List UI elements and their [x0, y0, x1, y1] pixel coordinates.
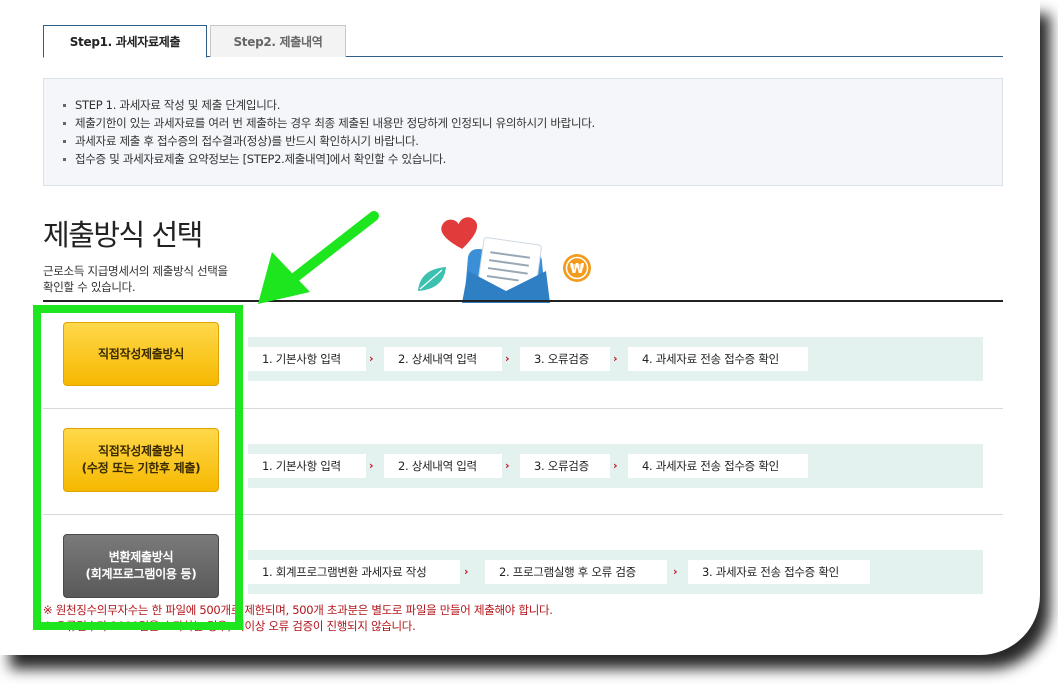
section-description-line: 근로소득 지급명세서의 제출방식 선택을 — [43, 264, 228, 278]
section-title: 제출방식 선택 — [43, 218, 203, 252]
flow-arrow: › — [613, 352, 618, 365]
flow-arrow: › — [464, 565, 469, 578]
flow-step: 4. 과세자료 전송 접수증 확인 — [628, 347, 808, 371]
heart-icon — [441, 217, 478, 249]
flow-step: 1. 회계프로그램변환 과세자료 작성 — [248, 560, 460, 584]
flow-step: 2. 상세내역 입력 — [384, 454, 502, 478]
flow-step: 3. 오류검증 — [520, 454, 610, 478]
flow-arrow: › — [369, 459, 374, 472]
notice-item: 과세자료 제출 후 접수증의 접수결과(정상)를 반드시 확인하시기 바랍니다. — [63, 132, 1002, 150]
flow-step: 3. 과세자료 전송 접수증 확인 — [688, 560, 870, 584]
illustration: ₩ — [418, 217, 591, 303]
flow-arrow: › — [369, 352, 374, 365]
process-flow: 1. 기본사항 입력 › 2. 상세내역 입력 › 3. 오류검증 › 4. 과… — [248, 337, 983, 381]
highlight-box — [33, 305, 243, 630]
tab-step1[interactable]: Step1. 과세자료제출 — [43, 25, 207, 58]
leaf-icon — [418, 267, 446, 291]
flow-arrow: › — [505, 352, 510, 365]
svg-text:₩: ₩ — [570, 262, 585, 277]
flow-arrow: › — [613, 459, 618, 472]
notice-item: 접수증 및 과세자료제출 요약정보는 [STEP2.제출내역]에서 확인할 수 … — [63, 150, 1002, 168]
notice-item: 제출기한이 있는 과세자료를 여러 번 제출하는 경우 최종 제출된 내용만 정… — [63, 114, 1002, 132]
flow-arrow: › — [505, 459, 510, 472]
page-card: Step1. 과세자료제출 Step2. 제출내역 STEP 1. 과세자료 작… — [0, 0, 1040, 655]
highlight-arrow-icon — [258, 211, 379, 304]
section-description-line: 확인할 수 있습니다. — [43, 280, 136, 294]
notice-box: STEP 1. 과세자료 작성 및 제출 단계입니다. 제출기한이 있는 과세자… — [43, 78, 1003, 186]
flow-step: 3. 오류검증 — [520, 347, 610, 371]
mail-envelope-icon — [462, 237, 550, 303]
process-flow: 1. 회계프로그램변환 과세자료 작성 › 2. 프로그램실행 후 오류 검증 … — [248, 550, 983, 594]
step-tabs: Step1. 과세자료제출 Step2. 제출내역 — [43, 25, 1003, 58]
flow-step: 2. 프로그램실행 후 오류 검증 — [485, 560, 667, 584]
flow-step: 1. 기본사항 입력 — [248, 347, 366, 371]
section-description: 근로소득 지급명세서의 제출방식 선택을 확인할 수 있습니다. — [43, 263, 273, 295]
flow-arrow: › — [673, 565, 678, 578]
tab-step2[interactable]: Step2. 제출내역 — [210, 25, 346, 57]
flow-step: 4. 과세자료 전송 접수증 확인 — [628, 454, 808, 478]
process-flow: 1. 기본사항 입력 › 2. 상세내역 입력 › 3. 오류검증 › 4. 과… — [248, 444, 983, 488]
flow-step: 2. 상세내역 입력 — [384, 347, 502, 371]
notice-item: STEP 1. 과세자료 작성 및 제출 단계입니다. — [63, 96, 1002, 114]
won-coin-icon: ₩ — [563, 254, 591, 282]
flow-step: 1. 기본사항 입력 — [248, 454, 366, 478]
